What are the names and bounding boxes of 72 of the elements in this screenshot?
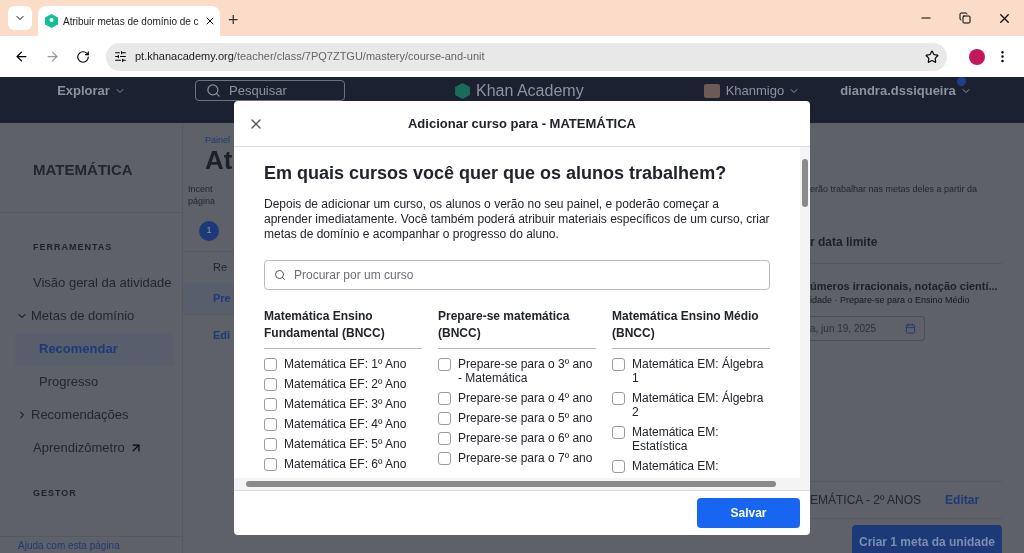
- class-name: EMÁTICA - 2º ANOS: [810, 491, 922, 510]
- course-column-heading: Prepare-se matemática (BNCC): [438, 308, 596, 349]
- hexagon-logo-icon: [455, 82, 470, 99]
- checkbox[interactable]: [438, 452, 451, 465]
- class-title: MATEMÁTICA: [33, 161, 133, 178]
- section-heading: FERRAMENTAS: [32, 241, 114, 254]
- checkbox[interactable]: [438, 432, 451, 445]
- course-option[interactable]: Prepare-se para o 3º ano - Matemática: [458, 357, 596, 385]
- site-logo: Khan Academy: [476, 80, 584, 101]
- course-option[interactable]: Matemática EF: 5º Ano: [284, 437, 407, 451]
- course-option[interactable]: Matemática EF: 4º Ano: [284, 417, 407, 431]
- course-option[interactable]: Matemática EF: 2º Ano: [284, 377, 407, 391]
- checkbox[interactable]: [612, 426, 625, 439]
- tab-title: Atribuir metas de domínio de c: [63, 14, 199, 29]
- back-icon[interactable]: [14, 49, 29, 64]
- course-option[interactable]: Matemática EF: 6º Ano: [284, 457, 407, 471]
- checkbox[interactable]: [438, 392, 451, 405]
- search-field[interactable]: Pesquisar: [195, 80, 345, 101]
- checkbox[interactable]: [264, 418, 277, 431]
- new-tab-button[interactable]: +: [228, 10, 239, 30]
- course-search-field[interactable]: Procurar por um curso: [264, 260, 770, 290]
- url-text: pt.khanacademy.org/teacher/class/7PQ7ZTGU/mastery/course-and-unit: [135, 49, 485, 65]
- course-option[interactable]: Matemática EF: 3º Ano: [284, 397, 407, 411]
- course-option[interactable]: Prepare-se para o 6º ano: [458, 431, 593, 445]
- checkbox[interactable]: [438, 412, 451, 425]
- dialog-title: Adicionar curso para - MATEMÁTICA: [408, 114, 636, 133]
- address-bar[interactable]: pt.khanacademy.org/teacher/class/7PQ7ZTGU/mastery/course-and-unit: [106, 42, 947, 71]
- page-title: At: [205, 145, 234, 175]
- horizontal-scrollbar[interactable]: [234, 478, 810, 490]
- dialog-heading: Em quais cursos você quer que os alunos trabalhem?: [264, 162, 728, 185]
- checkbox[interactable]: [264, 378, 277, 391]
- checkbox[interactable]: [612, 358, 625, 371]
- checkbox[interactable]: [264, 438, 277, 451]
- forward-icon[interactable]: [45, 49, 60, 64]
- restore-icon[interactable]: [959, 12, 971, 24]
- unit-title: úmeros irracionais, notação cientí...: [810, 278, 999, 294]
- search-icon: [274, 269, 286, 281]
- tab-list-button[interactable]: [8, 6, 32, 30]
- site-info-icon: [114, 50, 127, 63]
- avatar[interactable]: [969, 48, 985, 65]
- checkbox[interactable]: [264, 458, 277, 471]
- course-option[interactable]: Matemática EM: Álgebra 1: [632, 357, 770, 385]
- search-icon: [206, 83, 221, 98]
- course-column-heading: Matemática Ensino Médio (BNCC): [612, 308, 770, 349]
- checkbox[interactable]: [264, 358, 277, 371]
- browser-tab[interactable]: Atribuir metas de domínio de c: [38, 6, 220, 36]
- description: Depois de adicionar um curso, os alunos o verão no seu painel, e poderão começar a aprender imediatamente. Você também poderá atribuir materiais específicos de um curso, criar metas de domínio e acompanhar o progresso do aluno.: [264, 197, 770, 242]
- section-heading: GESTOR: [32, 486, 78, 500]
- course-option[interactable]: Matemática EM: Estatística: [632, 425, 770, 453]
- khanmigo-menu[interactable]: Khanmigo: [725, 80, 801, 101]
- course-option[interactable]: Prepare-se para o 4º ano: [458, 391, 593, 405]
- course-option[interactable]: Prepare-se para o 5º ano: [458, 411, 593, 425]
- course-option[interactable]: Matemática EM:: [632, 459, 719, 473]
- checkbox[interactable]: [264, 398, 277, 411]
- create-goal-button[interactable]: Criar 1 meta da unidade: [852, 525, 1002, 553]
- course-option[interactable]: Prepare-se para o 7º ano: [458, 451, 593, 465]
- checkbox[interactable]: [612, 460, 625, 473]
- explore-menu[interactable]: Explorar: [57, 80, 126, 101]
- hexagon-logo-icon: [45, 14, 58, 28]
- course-option[interactable]: Matemática EM: Álgebra 2: [632, 391, 770, 419]
- column-heading: r data limite: [810, 233, 879, 251]
- user-menu[interactable]: diandra.dssiqueira: [840, 80, 972, 101]
- checkbox[interactable]: [612, 392, 625, 405]
- calendar-icon: [905, 323, 916, 334]
- course-option[interactable]: Matemática EF: 1º Ano: [284, 357, 407, 371]
- checkbox[interactable]: [438, 358, 451, 371]
- step-number: 1: [199, 221, 219, 241]
- save-button[interactable]: Salvar: [697, 498, 800, 528]
- reload-icon[interactable]: [76, 49, 90, 64]
- course-column-heading: Matemática Ensino Fundamental (BNCC): [264, 308, 422, 349]
- vertical-scrollbar[interactable]: [800, 147, 810, 478]
- star-icon[interactable]: [925, 49, 939, 64]
